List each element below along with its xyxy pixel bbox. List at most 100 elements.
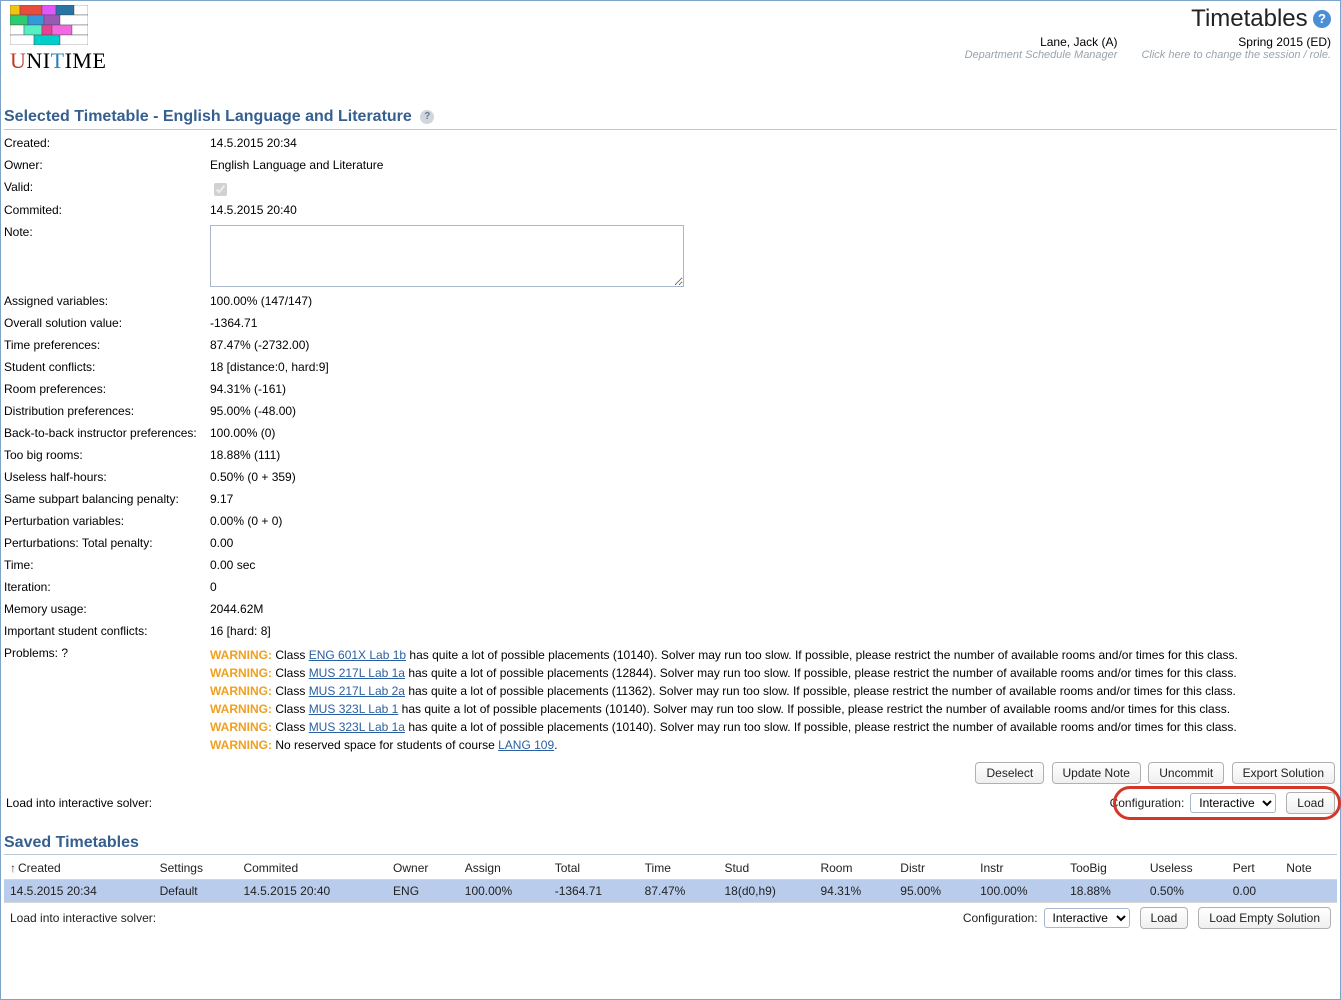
configuration-label: Configuration: xyxy=(1110,796,1185,810)
column-header[interactable]: Distr xyxy=(894,857,974,880)
section-help-icon[interactable]: ? xyxy=(420,110,434,124)
sconf-value: 18 [distance:0, hard:9] xyxy=(210,360,1337,374)
table-cell: 87.47% xyxy=(639,880,719,903)
table-cell: 14.5.2015 20:40 xyxy=(237,880,387,903)
warning-label: WARNING: xyxy=(210,666,272,680)
load-interactive-label: Load into interactive solver: xyxy=(6,796,152,810)
class-link[interactable]: MUS 323L Lab 1 xyxy=(309,702,399,716)
table-cell: 0.00 xyxy=(1227,880,1281,903)
configuration-label-2: Configuration: xyxy=(963,911,1038,925)
column-header[interactable]: Pert xyxy=(1227,857,1281,880)
column-header[interactable]: Instr xyxy=(974,857,1064,880)
column-header[interactable]: Note xyxy=(1280,857,1337,880)
column-header[interactable]: Time xyxy=(639,857,719,880)
distpref-label: Distribution preferences: xyxy=(4,404,210,418)
load-button-2[interactable]: Load xyxy=(1140,907,1189,929)
warning-label: WARNING: xyxy=(210,684,272,698)
useless-value: 0.50% (0 + 359) xyxy=(210,470,1337,484)
created-value: 14.5.2015 20:34 xyxy=(210,136,1337,150)
saved-timetables-table: CreatedSettingsCommitedOwnerAssignTotalT… xyxy=(4,857,1337,933)
note-label: Note: xyxy=(4,225,210,239)
overall-label: Overall solution value: xyxy=(4,316,210,330)
table-cell: 18.88% xyxy=(1064,880,1144,903)
valid-label: Valid: xyxy=(4,180,210,194)
perttot-value: 0.00 xyxy=(210,536,1337,550)
owner-label: Owner: xyxy=(4,158,210,172)
column-header[interactable]: Created xyxy=(4,857,154,880)
header-term: Spring 2015 (ED) xyxy=(1141,35,1331,49)
note-textarea[interactable] xyxy=(210,225,684,287)
table-cell: 95.00% xyxy=(894,880,974,903)
subpart-label: Same subpart balancing penalty: xyxy=(4,492,210,506)
uncommit-button[interactable]: Uncommit xyxy=(1148,762,1224,784)
column-header[interactable]: Useless xyxy=(1144,857,1227,880)
table-cell: -1364.71 xyxy=(549,880,639,903)
help-icon[interactable]: ? xyxy=(1313,10,1331,28)
configuration-select[interactable]: Interactive xyxy=(1190,793,1276,813)
table-cell: ENG xyxy=(387,880,459,903)
created-label: Created: xyxy=(4,136,210,150)
table-cell: 18(d0,h9) xyxy=(718,880,814,903)
class-link[interactable]: MUS 323L Lab 1a xyxy=(309,720,405,734)
impconf-value: 16 [hard: 8] xyxy=(210,624,1337,638)
subpart-value: 9.17 xyxy=(210,492,1337,506)
warning-label: WARNING: xyxy=(210,702,272,716)
column-header[interactable]: Total xyxy=(549,857,639,880)
column-header[interactable]: Room xyxy=(814,857,894,880)
page-title: Timetables xyxy=(1191,5,1307,32)
useless-label: Useless half-hours: xyxy=(4,470,210,484)
distpref-value: 95.00% (-48.00) xyxy=(210,404,1337,418)
table-cell: 0.50% xyxy=(1144,880,1227,903)
load-interactive-label-2: Load into interactive solver: xyxy=(10,911,156,925)
toobig-value: 18.88% (111) xyxy=(210,448,1337,462)
column-header[interactable]: Assign xyxy=(459,857,549,880)
class-link[interactable]: MUS 217L Lab 2a xyxy=(309,684,405,698)
table-cell xyxy=(1280,880,1337,903)
roompref-value: 94.31% (-161) xyxy=(210,382,1337,396)
timepref-label: Time preferences: xyxy=(4,338,210,352)
class-link[interactable]: MUS 217L Lab 1a xyxy=(309,666,405,680)
toobig-label: Too big rooms: xyxy=(4,448,210,462)
warning-label: WARNING: xyxy=(210,720,272,734)
load-button[interactable]: Load xyxy=(1286,792,1335,814)
load-empty-solution-button[interactable]: Load Empty Solution xyxy=(1198,907,1331,929)
problems-label: Problems: ? xyxy=(4,646,210,660)
change-session-link[interactable]: Click here to change the session / role. xyxy=(1141,49,1331,61)
time-label: Time: xyxy=(4,558,210,572)
column-header[interactable]: Settings xyxy=(154,857,238,880)
mem-label: Memory usage: xyxy=(4,602,210,616)
class-link[interactable]: LANG 109 xyxy=(498,738,554,752)
commited-value: 14.5.2015 20:40 xyxy=(210,203,1337,217)
perttot-label: Perturbations: Total penalty: xyxy=(4,536,210,550)
problems-list: WARNING: Class ENG 601X Lab 1b has quite… xyxy=(210,646,1337,754)
class-link[interactable]: ENG 601X Lab 1b xyxy=(309,648,406,662)
warning-label: WARNING: xyxy=(210,648,272,662)
saved-timetables-heading: Saved Timetables xyxy=(4,834,1337,855)
iter-label: Iteration: xyxy=(4,580,210,594)
table-cell: 14.5.2015 20:34 xyxy=(4,880,154,903)
owner-value: English Language and Literature xyxy=(210,158,1337,172)
column-header[interactable]: TooBig xyxy=(1064,857,1144,880)
column-header[interactable]: Stud xyxy=(718,857,814,880)
commited-label: Commited: xyxy=(4,203,210,217)
roompref-label: Room preferences: xyxy=(4,382,210,396)
configuration-select-2[interactable]: Interactive xyxy=(1044,908,1130,928)
timepref-value: 87.47% (-2732.00) xyxy=(210,338,1337,352)
b2b-label: Back-to-back instructor preferences: xyxy=(4,426,210,440)
impconf-label: Important student conflicts: xyxy=(4,624,210,638)
table-row[interactable]: 14.5.2015 20:34Default14.5.2015 20:40ENG… xyxy=(4,880,1337,903)
problems-help-icon[interactable]: ? xyxy=(61,646,68,660)
pertvar-value: 0.00% (0 + 0) xyxy=(210,514,1337,528)
warning-label: WARNING: xyxy=(210,738,272,752)
app-logo-text: UNITIME xyxy=(10,48,106,74)
export-solution-button[interactable]: Export Solution xyxy=(1232,762,1335,784)
deselect-button[interactable]: Deselect xyxy=(975,762,1044,784)
app-logo[interactable]: UNITIME xyxy=(4,3,112,78)
b2b-value: 100.00% (0) xyxy=(210,426,1337,440)
column-header[interactable]: Owner xyxy=(387,857,459,880)
column-header[interactable]: Commited xyxy=(237,857,387,880)
assigned-value: 100.00% (147/147) xyxy=(210,294,1337,308)
header-user-role: Department Schedule Manager xyxy=(965,49,1118,61)
table-cell: 100.00% xyxy=(459,880,549,903)
update-note-button[interactable]: Update Note xyxy=(1052,762,1141,784)
